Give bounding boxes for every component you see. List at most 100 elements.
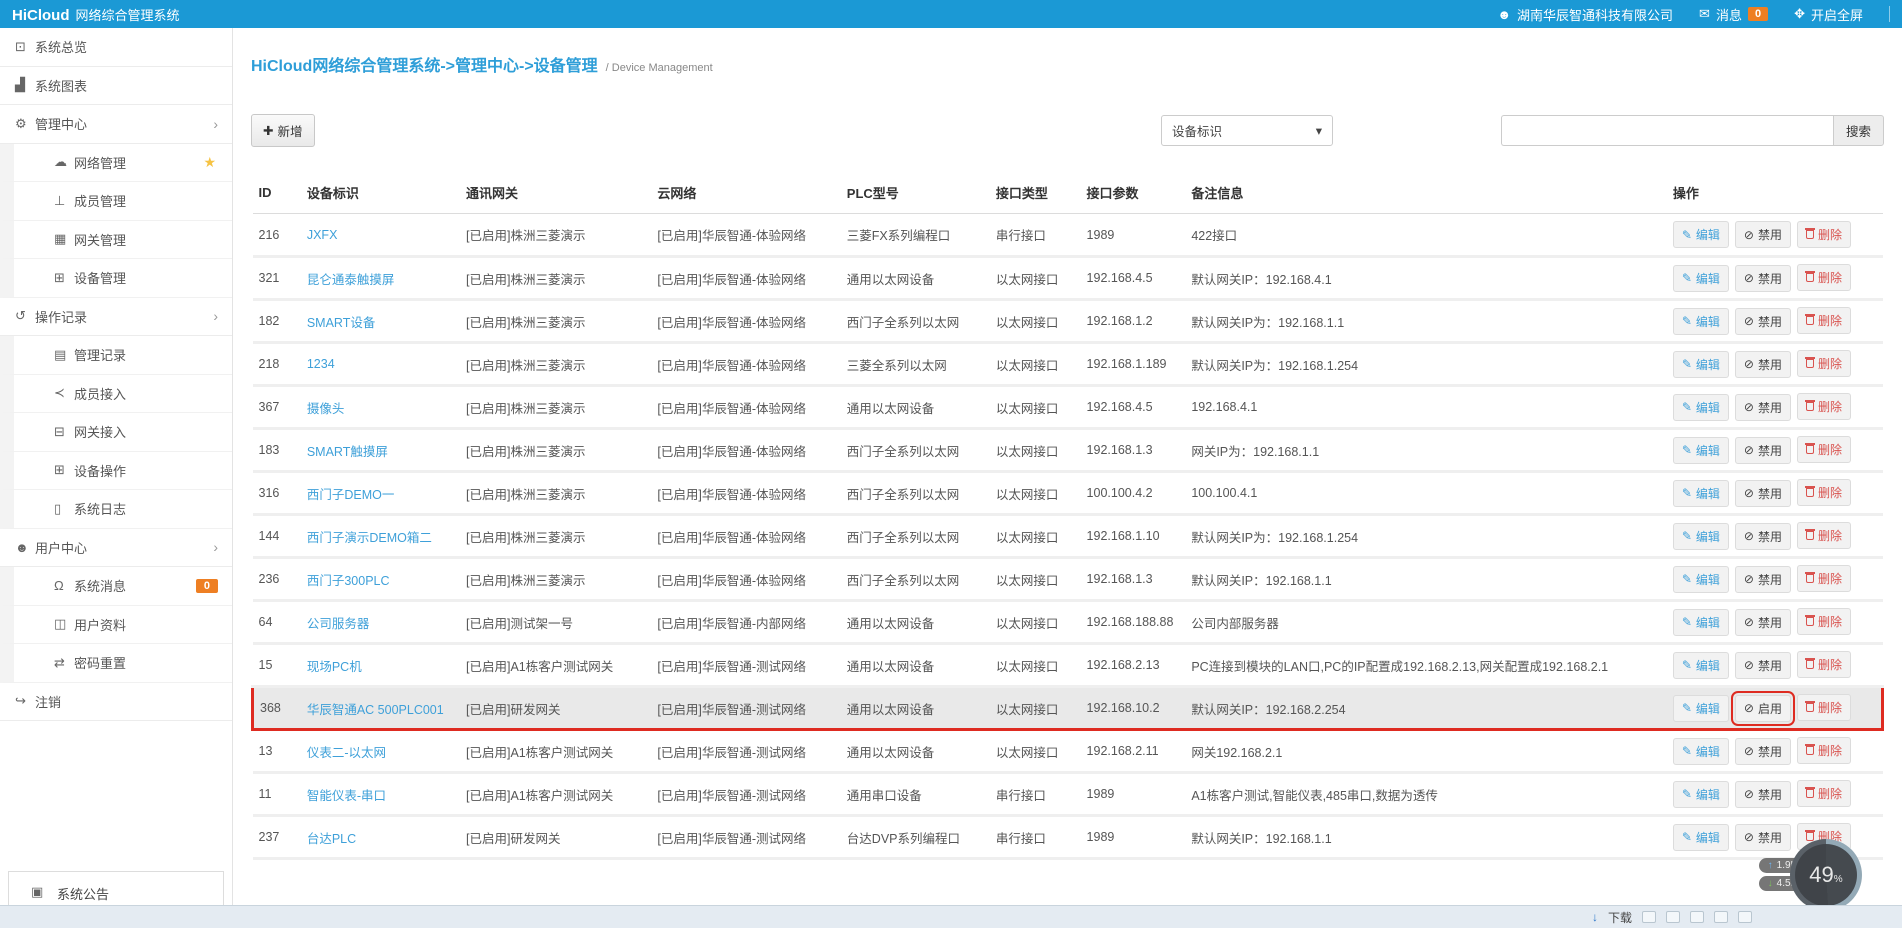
cell-cloud-network: [已启用]华辰智通-测试网络 [651,815,841,860]
edit-button[interactable]: ✎ 编辑 [1672,608,1729,636]
device-name-link[interactable]: 仪表二-以太网 [300,729,460,774]
sidebar-item-system-log[interactable]: ▯ 系统日志 [0,490,232,529]
messages-menu[interactable]: ✉ 消息 0 [1699,5,1769,24]
disable-button[interactable]: ⊘ 禁用 [1734,565,1791,593]
device-name-link[interactable]: SMART触摸屏 [300,428,460,473]
download-bar-icon-2[interactable] [1666,911,1680,923]
disable-button[interactable]: ⊘ 禁用 [1734,264,1791,292]
download-bar-icon-5[interactable] [1738,911,1752,923]
disable-button[interactable]: ⊘ 禁用 [1734,522,1791,550]
sidebar-item-device-ops[interactable]: ⊞ 设备操作 [0,451,232,490]
disable-button[interactable]: ⊘ 禁用 [1734,737,1791,765]
pencil-icon: ✎ [1681,529,1692,544]
device-name-link[interactable]: 西门子演示DEMO箱二 [300,514,460,559]
device-name-link[interactable]: 智能仪表-串口 [300,772,460,817]
delete-button[interactable]: 删除 [1797,264,1852,292]
device-name-link[interactable]: JXFX [300,213,460,258]
filter-select[interactable]: 设备标识 ▾ [1160,115,1333,146]
sidebar-item-admin-center[interactable]: ⚙ 管理中心 › [0,105,232,144]
company-menu[interactable]: ☻ 湖南华辰智通科技有限公司 [1497,5,1673,24]
sidebar-item-system-overview[interactable]: ⊡ 系统总览 [0,28,232,67]
edit-button[interactable]: ✎ 编辑 [1672,350,1729,378]
cell-id: 182 [252,299,301,344]
delete-button[interactable]: 删除 [1797,694,1852,722]
edit-button[interactable]: ✎ 编辑 [1672,393,1729,421]
edit-button[interactable]: ✎ 编辑 [1672,522,1729,550]
edit-button[interactable]: ✎ 编辑 [1672,780,1729,808]
add-button[interactable]: ✚ 新增 [251,114,315,147]
sidebar-item-gateway-access[interactable]: ⊟ 网关接入 [0,413,232,452]
sidebar-item-operation-log[interactable]: ↺ 操作记录 › [0,298,232,336]
download-bar-icon-3[interactable] [1690,911,1704,923]
device-name-link[interactable]: 公司服务器 [300,600,460,645]
disable-button[interactable]: ⊘ 禁用 [1734,479,1791,507]
sidebar-item-user-center[interactable]: ☻ 用户中心 › [0,529,232,567]
search-button[interactable]: 搜索 [1832,115,1884,146]
device-name-link[interactable]: 西门子300PLC [300,557,460,602]
sidebar-item-system-charts[interactable]: ▟ 系统图表 [0,67,232,105]
delete-button[interactable]: 删除 [1797,350,1852,378]
device-name-link[interactable]: 现场PC机 [300,643,460,688]
disable-button[interactable]: ⊘ 禁用 [1734,393,1791,421]
trash-icon [1805,744,1815,756]
column-header: 云网络 [651,171,841,214]
edit-button[interactable]: ✎ 编辑 [1672,651,1729,679]
percent-ring[interactable]: 49 % [1790,839,1862,905]
sidebar-item-network-mgmt[interactable]: ☁ 网络管理 ★ [0,143,232,182]
edit-button[interactable]: ✎ 编辑 [1672,307,1729,335]
device-name-link[interactable]: 西门子DEMO一 [300,471,460,516]
device-name-link[interactable]: 摄像头 [300,385,460,430]
delete-button[interactable]: 删除 [1797,393,1852,421]
device-name-link[interactable]: 华辰智通AC 500PLC001 [300,685,460,731]
edit-button[interactable]: ✎ 编辑 [1672,694,1729,722]
edit-button[interactable]: ✎ 编辑 [1672,479,1729,507]
delete-button[interactable]: 删除 [1797,479,1852,507]
device-name-link[interactable]: 1234 [300,342,460,387]
delete-button[interactable]: 删除 [1797,307,1852,335]
fullscreen-button[interactable]: ✥ 开启全屏 [1794,5,1863,24]
cell-interface-param: 192.168.2.11 [1080,729,1186,774]
device-name-link[interactable]: SMART设备 [300,299,460,344]
enable-button[interactable]: ⊘ 启用 [1730,690,1796,726]
disable-button[interactable]: ⊘ 禁用 [1734,307,1791,335]
app-brand: HiCloud 网络综合管理系统 [12,5,180,24]
disable-button[interactable]: ⊘ 禁用 [1734,780,1791,808]
edit-button[interactable]: ✎ 编辑 [1672,565,1729,593]
delete-button[interactable]: 删除 [1797,220,1852,248]
disable-button[interactable]: ⊘ 禁用 [1734,823,1791,851]
sidebar-item-member-mgmt[interactable]: ⊥ 成员管理 [0,182,232,221]
download-bar-icon-1[interactable] [1642,911,1656,923]
search-input[interactable] [1500,115,1833,146]
disable-button[interactable]: ⊘ 禁用 [1734,436,1791,464]
cell-plc-model: 三菱FX系列编程口 [840,213,990,258]
download-bar-icon-4[interactable] [1714,911,1728,923]
delete-button[interactable]: 删除 [1797,780,1852,808]
edit-button[interactable]: ✎ 编辑 [1672,823,1729,851]
edit-button[interactable]: ✎ 编辑 [1672,737,1729,765]
sidebar-item-member-access[interactable]: ≺ 成员接入 [0,374,232,413]
disable-button[interactable]: ⊘ 禁用 [1734,221,1791,249]
delete-button[interactable]: 删除 [1797,522,1852,550]
sidebar-item-admin-records[interactable]: ▤ 管理记录 [0,336,232,375]
device-name-link[interactable]: 台达PLC [300,815,460,860]
sidebar-item-system-messages[interactable]: Ω 系统消息 0 [0,567,232,606]
sidebar-item-gateway-mgmt[interactable]: ▦ 网关管理 [0,220,232,259]
disable-button[interactable]: ⊘ 禁用 [1734,350,1791,378]
edit-button[interactable]: ✎ 编辑 [1672,221,1729,249]
edit-button[interactable]: ✎ 编辑 [1672,264,1729,292]
trash-icon [1805,787,1815,799]
delete-button[interactable]: 删除 [1797,436,1852,464]
edit-button[interactable]: ✎ 编辑 [1672,436,1729,464]
disable-button[interactable]: ⊘ 禁用 [1734,651,1791,679]
sidebar-item-device-mgmt[interactable]: ⊞ 设备管理 [0,259,232,298]
sidebar-item-user-profile[interactable]: ◫ 用户资料 [0,605,232,644]
device-name-link[interactable]: 昆仑通泰触摸屏 [300,256,460,301]
delete-button[interactable]: 删除 [1797,565,1852,593]
sidebar-item-logout[interactable]: ↪ 注销 [0,683,232,721]
disable-button[interactable]: ⊘ 禁用 [1734,608,1791,636]
delete-button[interactable]: 删除 [1797,608,1852,636]
delete-button[interactable]: 删除 [1797,737,1852,765]
delete-button[interactable]: 删除 [1797,651,1852,679]
sidebar-item-label: 网关管理 [74,232,127,248]
sidebar-item-password-reset[interactable]: ⇄ 密码重置 [0,644,232,683]
